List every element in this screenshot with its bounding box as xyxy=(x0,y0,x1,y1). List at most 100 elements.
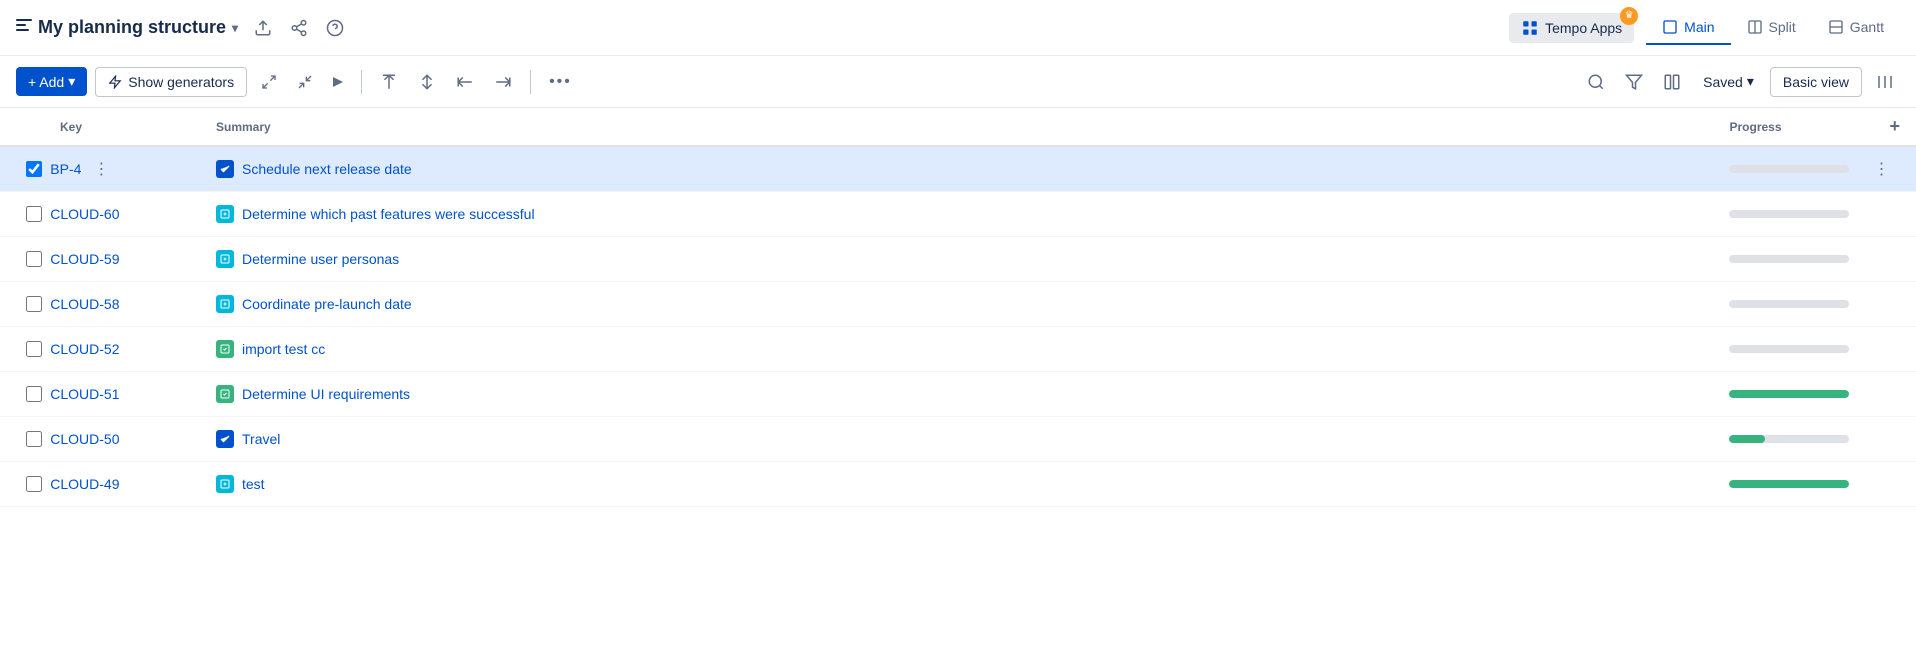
show-generators-label: Show generators xyxy=(128,74,234,90)
crown-icon: ♛ xyxy=(1620,7,1638,25)
key-link[interactable]: CLOUD-60 xyxy=(50,206,119,222)
row-checkbox[interactable] xyxy=(26,161,42,177)
search-button[interactable] xyxy=(1581,67,1611,97)
progress-cell-cloud58 xyxy=(1713,282,1873,327)
issue-type-icon xyxy=(216,205,234,223)
saved-button[interactable]: Saved ▾ xyxy=(1695,67,1762,96)
expand-button[interactable] xyxy=(255,68,283,96)
key-cell-cloud51: ⠿ CLOUD-51 ⋮ xyxy=(0,372,200,417)
key-link[interactable]: CLOUD-50 xyxy=(50,431,119,447)
toolbar-divider-1 xyxy=(361,70,362,94)
row-more-cell xyxy=(1873,372,1916,417)
issue-type-icon xyxy=(216,295,234,313)
summary-link[interactable]: Schedule next release date xyxy=(242,161,412,177)
main-table-container: Key Summary Progress + ⠿ BP-4 ⋮ xyxy=(0,108,1916,507)
row-actions-menu[interactable]: ⋮ xyxy=(93,159,109,179)
issue-type-icon xyxy=(216,430,234,448)
title-text: My planning structure xyxy=(38,17,226,38)
col-header-summary: Summary xyxy=(200,108,1713,146)
outdent-button[interactable] xyxy=(450,67,480,97)
key-link[interactable]: BP-4 xyxy=(50,161,81,177)
progress-empty xyxy=(1729,165,1849,173)
filter-button[interactable] xyxy=(1619,67,1649,97)
share-button[interactable] xyxy=(286,15,312,41)
issue-type-icon xyxy=(216,475,234,493)
row-checkbox[interactable] xyxy=(26,341,42,357)
add-button[interactable]: + Add ▾ xyxy=(16,67,87,96)
progress-bar-bg xyxy=(1729,480,1849,488)
header-left: My planning structure ▾ xyxy=(16,15,348,41)
column-lines-button[interactable] xyxy=(1870,67,1900,97)
table-row: ⠿ CLOUD-60 ⋮ Determine which past featur… xyxy=(0,192,1916,237)
add-chevron: ▾ xyxy=(68,73,75,90)
table-row: ⠿ CLOUD-58 ⋮ Coordinate pre-launch date xyxy=(0,282,1916,327)
nav-tabs: Main Split Gantt xyxy=(1646,11,1900,45)
row-more-icon[interactable]: ⋮ xyxy=(1873,161,1889,178)
key-link[interactable]: CLOUD-51 xyxy=(50,386,119,402)
progress-empty xyxy=(1729,300,1849,308)
progress-bar-bg xyxy=(1729,435,1849,443)
planning-structure-title[interactable]: My planning structure ▾ xyxy=(16,17,238,38)
title-chevron: ▾ xyxy=(232,21,238,35)
tab-gantt[interactable]: Gantt xyxy=(1812,11,1900,45)
upload-button[interactable] xyxy=(250,15,276,41)
summary-link[interactable]: Determine UI requirements xyxy=(242,386,410,402)
summary-link[interactable]: Coordinate pre-launch date xyxy=(242,296,412,312)
progress-cell-cloud50 xyxy=(1713,417,1873,462)
progress-bar-fill xyxy=(1729,390,1849,398)
lines-icon xyxy=(16,17,32,38)
table-row: ⠿ CLOUD-49 ⋮ test xyxy=(0,462,1916,507)
row-more-cell xyxy=(1873,417,1916,462)
issue-type-icon xyxy=(216,385,234,403)
key-cell-cloud52: ⠿ CLOUD-52 ⋮ xyxy=(0,327,200,372)
saved-chevron: ▾ xyxy=(1747,73,1754,90)
row-more-cell xyxy=(1873,462,1916,507)
key-cell-cloud50: ⠿ CLOUD-50 ⋮ xyxy=(0,417,200,462)
key-link[interactable]: CLOUD-58 xyxy=(50,296,119,312)
app-header: My planning structure ▾ xyxy=(0,0,1916,56)
table-row: ⠿ CLOUD-59 ⋮ Determine user personas xyxy=(0,237,1916,282)
tempo-apps-label: Tempo Apps xyxy=(1545,20,1622,36)
key-cell-cloud58: ⠿ CLOUD-58 ⋮ xyxy=(0,282,200,327)
tab-gantt-label: Gantt xyxy=(1850,19,1884,35)
row-checkbox[interactable] xyxy=(26,476,42,492)
summary-cell-cloud58: Coordinate pre-launch date xyxy=(200,282,1713,327)
basic-view-label: Basic view xyxy=(1783,74,1849,90)
indent-button[interactable] xyxy=(488,67,518,97)
col-header-progress: Progress xyxy=(1713,108,1873,146)
row-checkbox[interactable] xyxy=(26,206,42,222)
table-row: ⠿ BP-4 ⋮ Schedule next release date ⋮ xyxy=(0,146,1916,192)
summary-link[interactable]: Determine which past features were succe… xyxy=(242,206,535,222)
summary-link[interactable]: Travel xyxy=(242,431,280,447)
key-link[interactable]: CLOUD-59 xyxy=(50,251,119,267)
summary-cell-cloud50: Travel xyxy=(200,417,1713,462)
columns-config-button[interactable] xyxy=(1657,67,1687,97)
tab-main[interactable]: Main xyxy=(1646,11,1730,45)
more-options-button[interactable]: ••• xyxy=(543,67,578,97)
align-top-button[interactable] xyxy=(374,67,404,97)
tempo-apps-button[interactable]: Tempo Apps ♛ xyxy=(1509,13,1634,43)
key-link[interactable]: CLOUD-49 xyxy=(50,476,119,492)
help-button[interactable] xyxy=(322,15,348,41)
col-header-add[interactable]: + xyxy=(1873,108,1916,146)
row-checkbox[interactable] xyxy=(26,386,42,402)
row-checkbox[interactable] xyxy=(26,251,42,267)
show-generators-button[interactable]: Show generators xyxy=(95,67,247,97)
row-checkbox[interactable] xyxy=(26,431,42,447)
table-row: ⠿ CLOUD-51 ⋮ Determine UI requirements xyxy=(0,372,1916,417)
row-more-cell xyxy=(1873,327,1916,372)
basic-view-button[interactable]: Basic view xyxy=(1770,67,1862,97)
tab-split[interactable]: Split xyxy=(1731,11,1812,45)
summary-cell-cloud49: test xyxy=(200,462,1713,507)
row-checkbox[interactable] xyxy=(26,296,42,312)
align-center-button[interactable] xyxy=(412,67,442,97)
summary-link[interactable]: test xyxy=(242,476,265,492)
progress-bar-fill xyxy=(1729,435,1765,443)
indent-dropdown-button[interactable] xyxy=(327,71,349,93)
summary-link[interactable]: Determine user personas xyxy=(242,251,399,267)
collapse-button[interactable] xyxy=(291,68,319,96)
col-header-key: Key xyxy=(0,108,200,146)
key-link[interactable]: CLOUD-52 xyxy=(50,341,119,357)
progress-empty xyxy=(1729,210,1849,218)
summary-link[interactable]: import test cc xyxy=(242,341,325,357)
